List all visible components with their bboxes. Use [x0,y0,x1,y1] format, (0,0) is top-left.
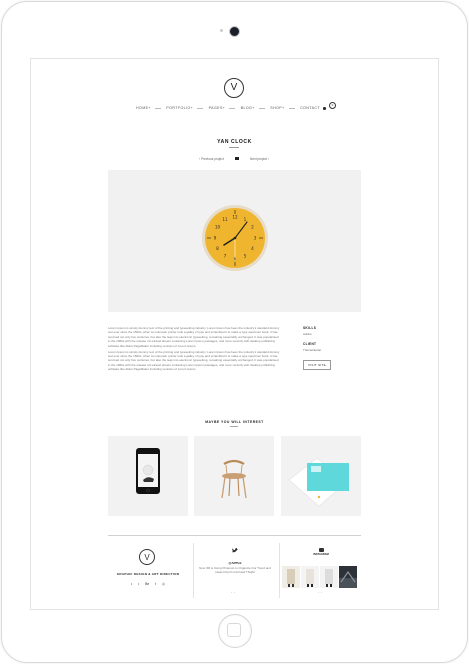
svg-text:7: 7 [224,254,227,259]
footer-column-divider [193,543,194,598]
social-links: • • Be t ◎ [131,582,165,586]
latest-tweet: @APPLE Now 3M is Using Pinterest to Orga… [196,561,274,575]
svg-text:10: 10 [215,225,221,230]
title-divider [229,147,239,148]
skills-value: Adobe [303,332,312,336]
devices-image [288,457,349,507]
svg-text:5: 5 [244,254,247,259]
twitter-bird-icon [232,548,238,553]
clock-image: 12 1 2 3 4 5 6 7 8 9 10 11 [202,205,268,271]
sensor-dot [220,29,223,32]
svg-text:9: 9 [214,236,217,241]
project-meta: SKILLS Adobe CLIENT ThemeNectar VISIT SI… [303,326,363,370]
previous-project-link[interactable]: ‹ Previous project [199,157,224,161]
client-value: ThemeNectar [303,348,322,352]
grid-icon[interactable] [234,157,239,160]
phone-image [136,448,160,494]
instagram-thumb[interactable] [339,566,357,588]
related-title: MAYBE YOU WILL INTEREST [205,420,264,424]
footer-logo-glyph: V [144,552,150,562]
svg-text:8: 8 [216,246,219,251]
description-paragraph: Lorem Ipsum is simply dummy text of the … [108,326,280,348]
dribbble-icon[interactable]: ◎ [162,582,165,586]
twitter-header [195,548,275,554]
facebook-icon[interactable]: • [138,582,139,586]
home-square-icon [227,623,241,637]
skills-label: SKILLS [303,326,317,330]
chair-image [221,459,247,499]
camera-icon [229,26,240,37]
related-card-phone[interactable] [108,436,188,516]
nav-label: SHOP+ [270,106,285,110]
site-logo[interactable]: V [224,78,244,98]
svg-text:12: 12 [232,215,238,220]
twitter-pager[interactable]: ‹ › [231,590,235,594]
visit-site-button[interactable]: VISIT SITE [303,360,331,370]
nav-label: BLOG+ [240,106,255,110]
project-description: Lorem Ipsum is simply dummy text of the … [108,326,280,373]
instagram-pager[interactable]: ‹ › [318,590,322,594]
nav-blog[interactable]: BLOG+ [241,106,265,110]
hero-image: 12 1 2 3 4 5 6 7 8 9 10 11 [108,170,361,312]
footer-divider [108,535,361,536]
page-title: YAN CLOCK [217,139,252,145]
next-label: Next project [250,156,268,161]
nav-label: PAGES+ [208,106,226,110]
twitter-icon[interactable]: • [131,582,132,586]
instagram-thumb[interactable] [282,566,300,588]
screen: V HOME+ PORTFOLIO+ PAGES+ BLOG+ SHOP+ CO… [30,58,439,610]
next-project-link[interactable]: Next project › [250,157,269,161]
svg-text:2: 2 [251,225,254,230]
footer-column-divider [279,543,280,598]
footer-logo[interactable]: V [139,549,155,565]
cart-icon[interactable] [322,106,326,110]
camera-icon [318,548,324,552]
related-card-chair[interactable] [194,436,274,516]
nav-label: CONTACT [300,106,320,110]
nav-home[interactable]: HOME+ [136,106,161,110]
svg-text:11: 11 [222,217,228,222]
svg-text:4: 4 [251,246,254,251]
client-label: CLIENT [303,342,317,346]
nav-contact[interactable]: CONTACT [300,106,320,110]
related-card-devices[interactable] [281,436,361,516]
svg-text:1: 1 [244,217,247,222]
svg-text:3: 3 [254,236,257,241]
project-pager: ‹ Previous project Next project › [199,156,269,161]
cart-count-badge: 0 [328,101,336,109]
logo-glyph: V [230,82,238,93]
nav-label: HOME+ [136,106,151,110]
tumblr-icon[interactable]: t [155,582,156,586]
tweet-text: Now 3M is Using Pinterest to Organize Ou… [199,566,271,575]
twitter-handle[interactable]: @APPLE [196,561,274,565]
footer-tagline: GRAPHIC DESIGN & ART DIRECTION [116,572,180,576]
main-nav: HOME+ PORTFOLIO+ PAGES+ BLOG+ SHOP+ CONT… [136,101,336,112]
prev-label: Previous project [200,156,224,161]
instagram-thumb[interactable] [320,566,338,588]
nav-label: PORTFOLIO+ [166,106,194,110]
nav-portfolio[interactable]: PORTFOLIO+ [166,106,204,110]
instagram-thumb[interactable] [301,566,319,588]
instagram-label: INSTAGRAM [313,553,329,556]
description-paragraph: Lorem Ipsum is simply dummy text of the … [108,349,280,372]
nav-pages[interactable]: PAGES+ [209,106,236,110]
behance-icon[interactable]: Be [145,582,149,586]
instagram-header: INSTAGRAM [281,548,361,556]
nav-shop[interactable]: SHOP+ [270,106,295,110]
related-divider [230,426,238,427]
